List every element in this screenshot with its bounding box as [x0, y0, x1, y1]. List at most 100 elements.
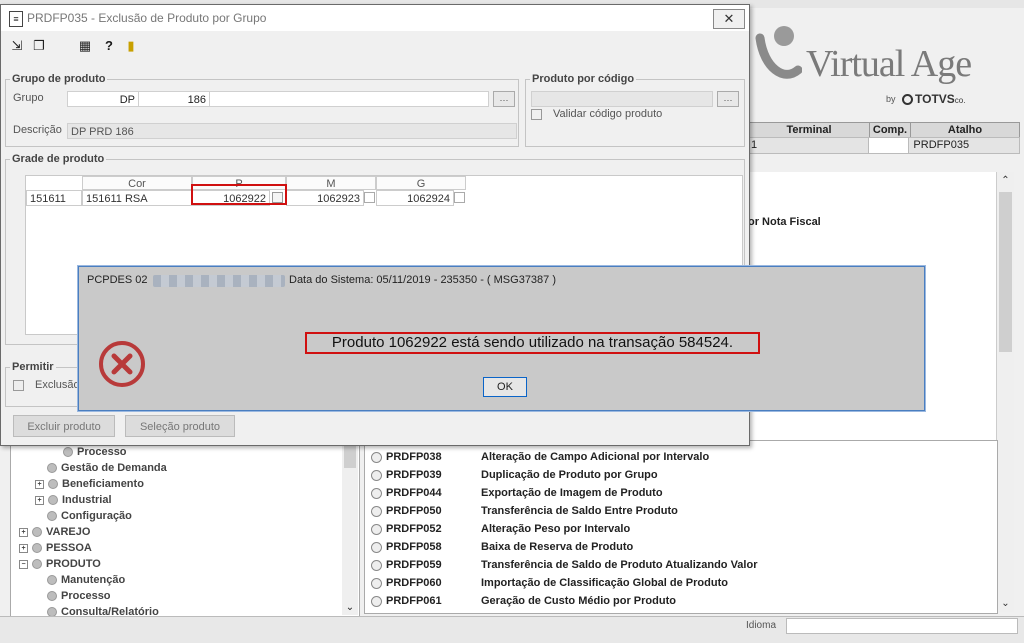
permitir-legend: Permitir: [12, 361, 54, 373]
close-button[interactable]: ✕: [713, 9, 745, 29]
node-icon: [47, 511, 57, 521]
list-item[interactable]: PRDFP059 Transferência de Saldo de Produt…: [371, 559, 757, 571]
grade-produto-legend: Grade de produto: [12, 153, 105, 165]
radio-icon[interactable]: [371, 451, 382, 463]
size-g-checkbox[interactable]: [454, 192, 465, 203]
door-icon[interactable]: ▮: [123, 38, 139, 54]
descricao-label: Descrição: [13, 124, 62, 136]
validar-label: Validar código produto: [553, 108, 663, 120]
produto-codigo-field[interactable]: [531, 91, 713, 107]
list-item[interactable]: PRDFP044 Exportação de Imagem de Produto: [371, 487, 663, 499]
tree-item-manutencao[interactable]: Manutenção: [47, 574, 125, 586]
produto-codigo-legend: Produto por código: [532, 73, 635, 85]
tree-item-industrial[interactable]: + Industrial: [35, 494, 112, 506]
node-icon: [32, 527, 42, 537]
list-item[interactable]: PRDFP050 Transferência de Saldo Entre Pro…: [371, 505, 678, 517]
exclusao-checkbox[interactable]: [13, 380, 24, 391]
expand-icon[interactable]: +: [19, 543, 28, 553]
expand-icon[interactable]: +: [19, 527, 28, 537]
list-item[interactable]: PRDFP058 Baixa de Reserva de Produto: [371, 541, 633, 553]
logo-brand-text: Virtual Age: [806, 43, 972, 85]
column-header-g[interactable]: G: [376, 176, 466, 190]
radio-icon[interactable]: [371, 541, 382, 553]
document-icon: ≡: [9, 11, 23, 27]
list-item[interactable]: PRDFP038 Alteração de Campo Adicional por…: [371, 451, 709, 463]
highlight-box: [191, 184, 287, 205]
size-m-checkbox[interactable]: [364, 192, 375, 203]
validar-checkbox[interactable]: [531, 109, 542, 120]
idioma-field[interactable]: [786, 618, 1018, 634]
list-item[interactable]: PRDFP061 Geração de Custo Médio por Produ…: [371, 595, 676, 607]
produto-lookup-button[interactable]: ⋯: [717, 91, 739, 107]
expand-icon[interactable]: +: [35, 479, 44, 489]
radio-icon[interactable]: [371, 505, 382, 517]
calculator-icon[interactable]: ▦: [77, 38, 93, 54]
tree-item-processo-produto[interactable]: Processo: [47, 590, 111, 602]
exclusao-label: Exclusão: [35, 379, 80, 391]
tree-scroll-down-icon[interactable]: ⌄: [342, 602, 358, 613]
error-dialog: PCPDES 02 Data do Sistema: 05/11/2019 - …: [78, 266, 925, 411]
grupo-label: Grupo: [13, 92, 44, 104]
grupo-lookup-button[interactable]: ⋯: [493, 91, 515, 107]
size-g-cell[interactable]: 1062924: [376, 190, 454, 206]
logo-totvs-text: TOTVSco.: [902, 92, 965, 106]
dialog-title-suffix: Data do Sistema: 05/11/2019 - 235350 - (…: [289, 274, 557, 286]
tree-item-processo[interactable]: Processo: [63, 446, 127, 458]
ok-button[interactable]: OK: [483, 377, 527, 397]
redacted-text: [153, 275, 285, 287]
error-icon: [99, 341, 145, 387]
cor-name-cell[interactable]: 151611 RSA: [82, 190, 192, 206]
tree-item-produto[interactable]: − PRODUTO: [19, 558, 101, 570]
copy-icon[interactable]: ❐: [31, 38, 47, 54]
node-icon: [47, 463, 57, 473]
scroll-thumb[interactable]: [999, 192, 1012, 352]
scroll-up-icon[interactable]: ⌃: [997, 172, 1014, 189]
node-icon: [32, 559, 42, 569]
terminal-header: Terminal: [749, 123, 870, 137]
grupo-name-field[interactable]: [209, 91, 489, 107]
cor-code-cell[interactable]: 151611: [26, 190, 82, 206]
list-item[interactable]: PRDFP060 Importação de Classificação Glob…: [371, 577, 728, 589]
descricao-field[interactable]: DP PRD 186: [67, 123, 517, 139]
expand-icon[interactable]: +: [35, 495, 44, 505]
idioma-label: Idioma: [746, 620, 777, 631]
tree-scrollbar[interactable]: ⌄: [342, 440, 358, 615]
atalho-cell: PRDFP035: [913, 139, 970, 151]
menu-tree: Processo Gestão de Demanda + Beneficiamen…: [10, 440, 360, 617]
window-title: PRDFP035 - Exclusão de Produto por Grupo: [27, 11, 267, 25]
size-m-cell[interactable]: 1062923: [286, 190, 364, 206]
radio-icon[interactable]: [371, 523, 382, 535]
radio-icon[interactable]: [371, 487, 382, 499]
radio-icon[interactable]: [371, 469, 382, 481]
selecao-produto-button[interactable]: Seleção produto: [125, 415, 235, 437]
column-header-m[interactable]: M: [286, 176, 376, 190]
help-icon[interactable]: ?: [101, 38, 117, 54]
radio-icon[interactable]: [371, 595, 382, 607]
comp-header: Comp.: [870, 123, 911, 137]
scroll-down-icon[interactable]: ⌄: [997, 595, 1014, 612]
tree-scroll-thumb[interactable]: [344, 444, 356, 468]
grupo-number-field[interactable]: 186: [138, 91, 210, 107]
tree-item-pessoa[interactable]: + PESSOA: [19, 542, 92, 554]
exit-icon[interactable]: ⇲: [9, 38, 25, 54]
tree-item-beneficiamento[interactable]: + Beneficiamento: [35, 478, 144, 490]
tree-item-varejo[interactable]: + VAREJO: [19, 526, 90, 538]
excluir-produto-button[interactable]: Excluir produto: [13, 415, 115, 437]
node-icon: [48, 479, 58, 489]
radio-icon[interactable]: [371, 559, 382, 571]
tree-item-configuracao[interactable]: Configuração: [47, 510, 132, 522]
list-item[interactable]: PRDFP052 Alteração Peso por Intervalo: [371, 523, 630, 535]
grupo-produto-legend: Grupo de produto: [12, 73, 106, 85]
terminal-table-row[interactable]: 1 PRDFP035: [748, 137, 1020, 154]
virtual-age-logo-icon: [755, 26, 802, 79]
list-item[interactable]: PRDFP039 Duplicação de Produto por Grupo: [371, 469, 658, 481]
logo-by-text: by: [886, 94, 896, 104]
radio-icon[interactable]: [371, 577, 382, 589]
right-panel-scrollbar[interactable]: ⌃ ⌄: [996, 172, 1014, 612]
grupo-code-field[interactable]: DP: [67, 91, 139, 107]
column-header-cor[interactable]: Cor: [82, 176, 192, 190]
right-panel-text: or Nota Fiscal: [748, 216, 821, 228]
tree-item-gestao-demanda[interactable]: Gestão de Demanda: [47, 462, 167, 474]
comp-cell[interactable]: [869, 138, 910, 153]
collapse-icon[interactable]: −: [19, 559, 28, 569]
